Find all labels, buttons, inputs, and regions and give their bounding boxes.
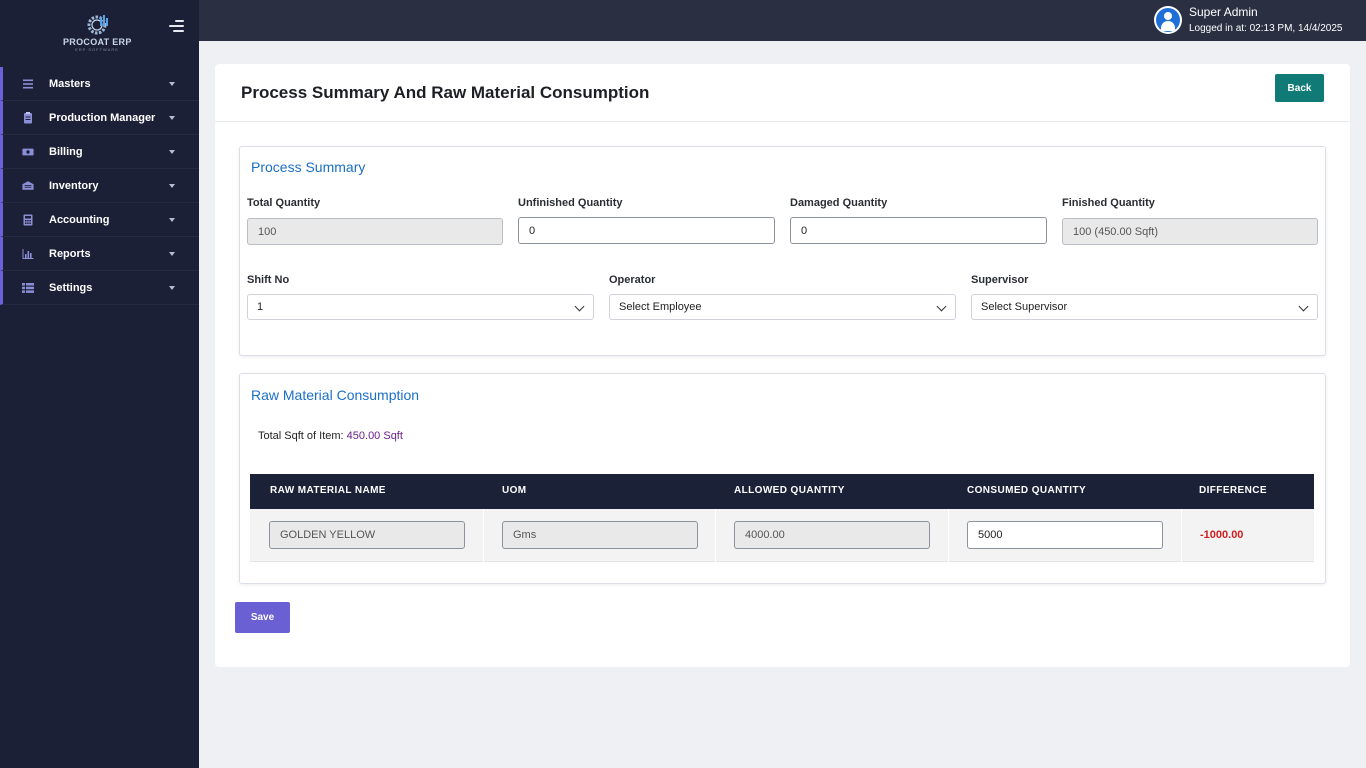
cell-divider [1181, 509, 1182, 562]
sidebar-item-label: Accounting [49, 213, 110, 226]
uom-field: Gms [502, 521, 698, 549]
cell-divider [948, 509, 949, 562]
table-header: RAW MATERIAL NAME UOM ALLOWED QUANTITY C… [250, 474, 1314, 509]
warehouse-icon [22, 180, 34, 192]
grid-list-icon [22, 282, 34, 294]
user-avatar-icon[interactable] [1154, 6, 1182, 34]
raw-material-title: Raw Material Consumption [251, 387, 420, 403]
sidebar-item-reports[interactable]: Reports [0, 237, 199, 271]
allowed-quantity-field: 4000.00 [734, 521, 930, 549]
gear-logo-icon [87, 15, 108, 35]
column-header: UOM [502, 485, 527, 496]
supervisor-label: Supervisor [971, 274, 1029, 286]
sidebar-item-label: Settings [49, 281, 93, 294]
sidebar-item-label: Production Manager [49, 111, 156, 124]
supervisor-value: Select Supervisor [981, 301, 1068, 313]
process-summary-title: Process Summary [251, 159, 366, 175]
login-timestamp: Logged in at: 02:13 PM, 14/4/2025 [1189, 23, 1343, 34]
sidebar-item-label: Masters [49, 77, 91, 90]
card-header: Process Summary And Raw Material Consump… [215, 64, 1350, 122]
chevron-down-icon [169, 150, 175, 154]
operator-select[interactable]: Select Employee [609, 294, 956, 320]
chevron-down-icon [574, 301, 585, 312]
sidebar-nav: Masters Production Manager Billing Inven… [0, 67, 199, 305]
total-sqft-line: Total Sqft of Item: 450.00 Sqft [258, 430, 403, 442]
unfinished-quantity-field[interactable]: 0 [518, 217, 775, 244]
operator-label: Operator [609, 274, 656, 286]
logo-area: PROCOAT ERP ERP SOFTWARE [0, 0, 199, 66]
column-header: ALLOWED QUANTITY [734, 485, 845, 496]
sidebar-item-label: Reports [49, 247, 91, 260]
sidebar-item-production-manager[interactable]: Production Manager [0, 101, 199, 135]
cell-divider [715, 509, 716, 562]
unfinished-quantity-label: Unfinished Quantity [518, 197, 623, 209]
sidebar-item-accounting[interactable]: Accounting [0, 203, 199, 237]
damaged-quantity-label: Damaged Quantity [790, 197, 888, 209]
topbar: Super Admin Logged in at: 02:13 PM, 14/4… [199, 0, 1366, 41]
column-header: RAW MATERIAL NAME [270, 485, 386, 496]
calculator-icon [22, 214, 34, 226]
total-quantity-field: 100 [247, 218, 503, 245]
sidebar-item-masters[interactable]: Masters [0, 67, 199, 101]
bar-chart-icon [22, 248, 34, 260]
chevron-down-icon [169, 218, 175, 222]
chevron-down-icon [169, 116, 175, 120]
shift-no-label: Shift No [247, 274, 290, 286]
finished-quantity-label: Finished Quantity [1062, 197, 1155, 209]
raw-material-name-field: GOLDEN YELLOW [269, 521, 465, 549]
total-sqft-value: 450.00 Sqft [346, 430, 403, 442]
chevron-down-icon [169, 286, 175, 290]
table-row: GOLDEN YELLOW Gms 4000.00 5000 -1000.00 [250, 509, 1314, 562]
raw-material-panel: Raw Material Consumption Total Sqft of I… [239, 373, 1326, 584]
chevron-down-icon [169, 82, 175, 86]
finished-quantity-field: 100 (450.00 Sqft) [1062, 218, 1318, 245]
column-header: DIFFERENCE [1199, 485, 1267, 496]
clipboard-icon [22, 111, 34, 124]
brand-subtitle: ERP SOFTWARE [75, 47, 119, 52]
menu-toggle-icon[interactable] [168, 19, 184, 33]
sidebar-item-label: Billing [49, 145, 83, 158]
total-sqft-label: Total Sqft of Item: [258, 430, 344, 442]
column-header: CONSUMED QUANTITY [967, 485, 1087, 496]
sidebar-item-billing[interactable]: Billing [0, 135, 199, 169]
user-name: Super Admin [1189, 5, 1258, 19]
sidebar-item-inventory[interactable]: Inventory [0, 169, 199, 203]
shift-no-value: 1 [257, 301, 264, 313]
sidebar: PROCOAT ERP ERP SOFTWARE Masters Product… [0, 0, 199, 768]
chevron-down-icon [1298, 301, 1309, 312]
cash-icon [22, 146, 34, 158]
chevron-down-icon [169, 252, 175, 256]
difference-value: -1000.00 [1200, 529, 1244, 541]
total-quantity-label: Total Quantity [247, 197, 321, 209]
sidebar-item-settings[interactable]: Settings [0, 271, 199, 305]
consumed-quantity-input[interactable]: 5000 [967, 521, 1163, 549]
chevron-down-icon [936, 301, 947, 312]
sidebar-item-label: Inventory [49, 179, 99, 192]
damaged-quantity-field[interactable]: 0 [790, 217, 1047, 244]
logo: PROCOAT ERP ERP SOFTWARE [63, 13, 131, 53]
save-button[interactable]: Save [235, 602, 290, 633]
cell-divider [483, 509, 484, 562]
main-card: Process Summary And Raw Material Consump… [215, 64, 1350, 667]
process-summary-panel: Process Summary Total Quantity 100 Unfin… [239, 146, 1326, 356]
page-title: Process Summary And Raw Material Consump… [241, 83, 650, 102]
back-button[interactable]: Back [1275, 74, 1324, 102]
supervisor-select[interactable]: Select Supervisor [971, 294, 1318, 320]
operator-value: Select Employee [619, 301, 702, 313]
shift-no-select[interactable]: 1 [247, 294, 594, 320]
list-icon [22, 78, 34, 90]
brand-name: PROCOAT ERP [63, 37, 132, 47]
chevron-down-icon [169, 184, 175, 188]
